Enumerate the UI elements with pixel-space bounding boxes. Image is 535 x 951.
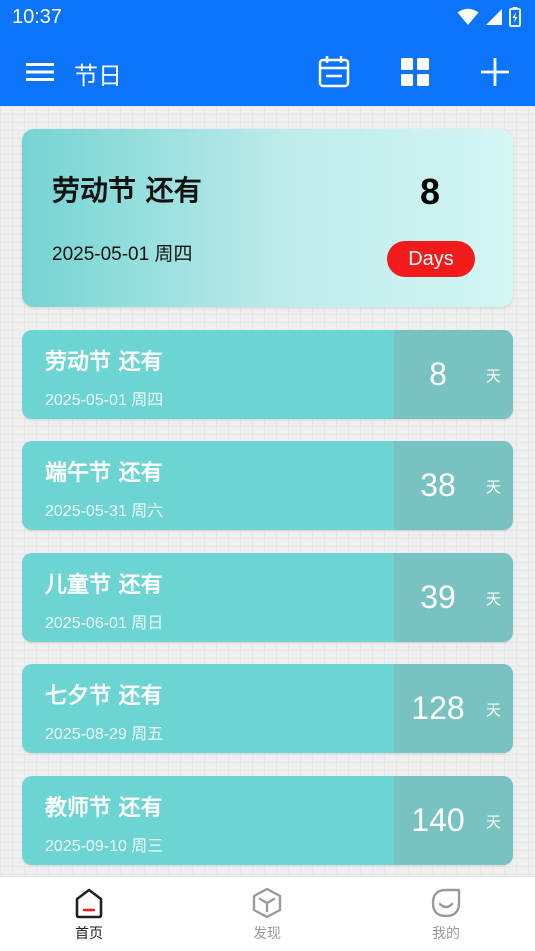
featured-days-count: 8 bbox=[419, 171, 441, 212]
home-icon bbox=[75, 888, 103, 919]
festival-date: 2025-08-29 周五 bbox=[45, 726, 164, 743]
nav-home[interactable]: 首页 bbox=[59, 887, 119, 943]
featured-festival-title: 劳动节 还有 bbox=[52, 174, 202, 207]
plus-icon[interactable] bbox=[478, 55, 512, 89]
days-count: 128 bbox=[411, 690, 465, 726]
festival-item[interactable]: 七夕节 还有 2025-08-29 周五 128 天 bbox=[22, 664, 513, 753]
hamburger-menu-icon[interactable] bbox=[26, 60, 54, 84]
nav-home-label: 首页 bbox=[75, 926, 103, 942]
status-time: 10:37 bbox=[12, 6, 63, 28]
festival-title: 劳动节 还有 bbox=[45, 350, 163, 375]
days-panel: 8 天 bbox=[394, 330, 513, 419]
days-count: 140 bbox=[411, 802, 465, 838]
festival-item[interactable]: 教师节 还有 2025-09-10 周三 140 天 bbox=[22, 776, 513, 865]
days-panel: 128 天 bbox=[394, 664, 513, 753]
profile-smile-icon bbox=[431, 888, 461, 918]
days-unit: 天 bbox=[486, 590, 502, 608]
days-unit: 天 bbox=[486, 367, 502, 385]
days-count: 38 bbox=[420, 467, 456, 503]
days-unit: 天 bbox=[486, 478, 502, 496]
nav-discover-label: 发现 bbox=[253, 926, 281, 942]
status-icons bbox=[457, 7, 521, 27]
bottom-navigation: 首页 发现 我的 bbox=[0, 876, 535, 951]
festival-date: 2025-05-01 周四 bbox=[45, 392, 164, 409]
calendar-icon[interactable] bbox=[317, 55, 351, 89]
festival-date: 2025-05-31 周六 bbox=[45, 503, 164, 520]
festival-date: 2025-06-01 周日 bbox=[45, 615, 164, 632]
battery-icon bbox=[509, 7, 521, 27]
days-panel: 38 天 bbox=[394, 441, 513, 530]
app-bar: 节日 bbox=[0, 38, 535, 106]
festival-item[interactable]: 劳动节 还有 2025-05-01 周四 8 天 bbox=[22, 330, 513, 419]
status-bar: 10:37 bbox=[0, 0, 535, 38]
featured-festival-card[interactable]: 劳动节 还有 2025-05-01 周四 8 Days bbox=[22, 129, 513, 307]
festival-title: 端午节 还有 bbox=[45, 461, 163, 486]
days-badge: Days bbox=[387, 241, 475, 277]
festival-date: 2025-09-10 周三 bbox=[45, 838, 164, 855]
days-count: 39 bbox=[420, 579, 456, 615]
days-panel: 140 天 bbox=[394, 776, 513, 865]
festival-title: 儿童节 还有 bbox=[45, 573, 163, 598]
festival-list-area[interactable]: 劳动节 还有 2025-05-01 周四 8 Days 劳动节 还有 2025-… bbox=[0, 106, 535, 876]
wifi-icon bbox=[457, 8, 479, 25]
page-title: 节日 bbox=[74, 62, 122, 90]
festival-item[interactable]: 儿童节 还有 2025-06-01 周日 39 天 bbox=[22, 553, 513, 642]
grid-icon[interactable] bbox=[398, 55, 432, 89]
nav-discover[interactable]: 发现 bbox=[237, 887, 297, 943]
days-count: 8 bbox=[429, 356, 447, 392]
featured-festival-date: 2025-05-01 周四 bbox=[52, 244, 193, 265]
festival-title: 教师节 还有 bbox=[45, 796, 163, 821]
discover-cube-icon bbox=[252, 887, 282, 919]
festival-item[interactable]: 端午节 还有 2025-05-31 周六 38 天 bbox=[22, 441, 513, 530]
days-unit: 天 bbox=[486, 813, 502, 831]
days-unit: 天 bbox=[486, 701, 502, 719]
nav-mine-label: 我的 bbox=[432, 926, 460, 942]
festival-title: 七夕节 还有 bbox=[45, 684, 163, 709]
signal-icon bbox=[486, 9, 502, 25]
days-panel: 39 天 bbox=[394, 553, 513, 642]
nav-mine[interactable]: 我的 bbox=[416, 887, 476, 943]
